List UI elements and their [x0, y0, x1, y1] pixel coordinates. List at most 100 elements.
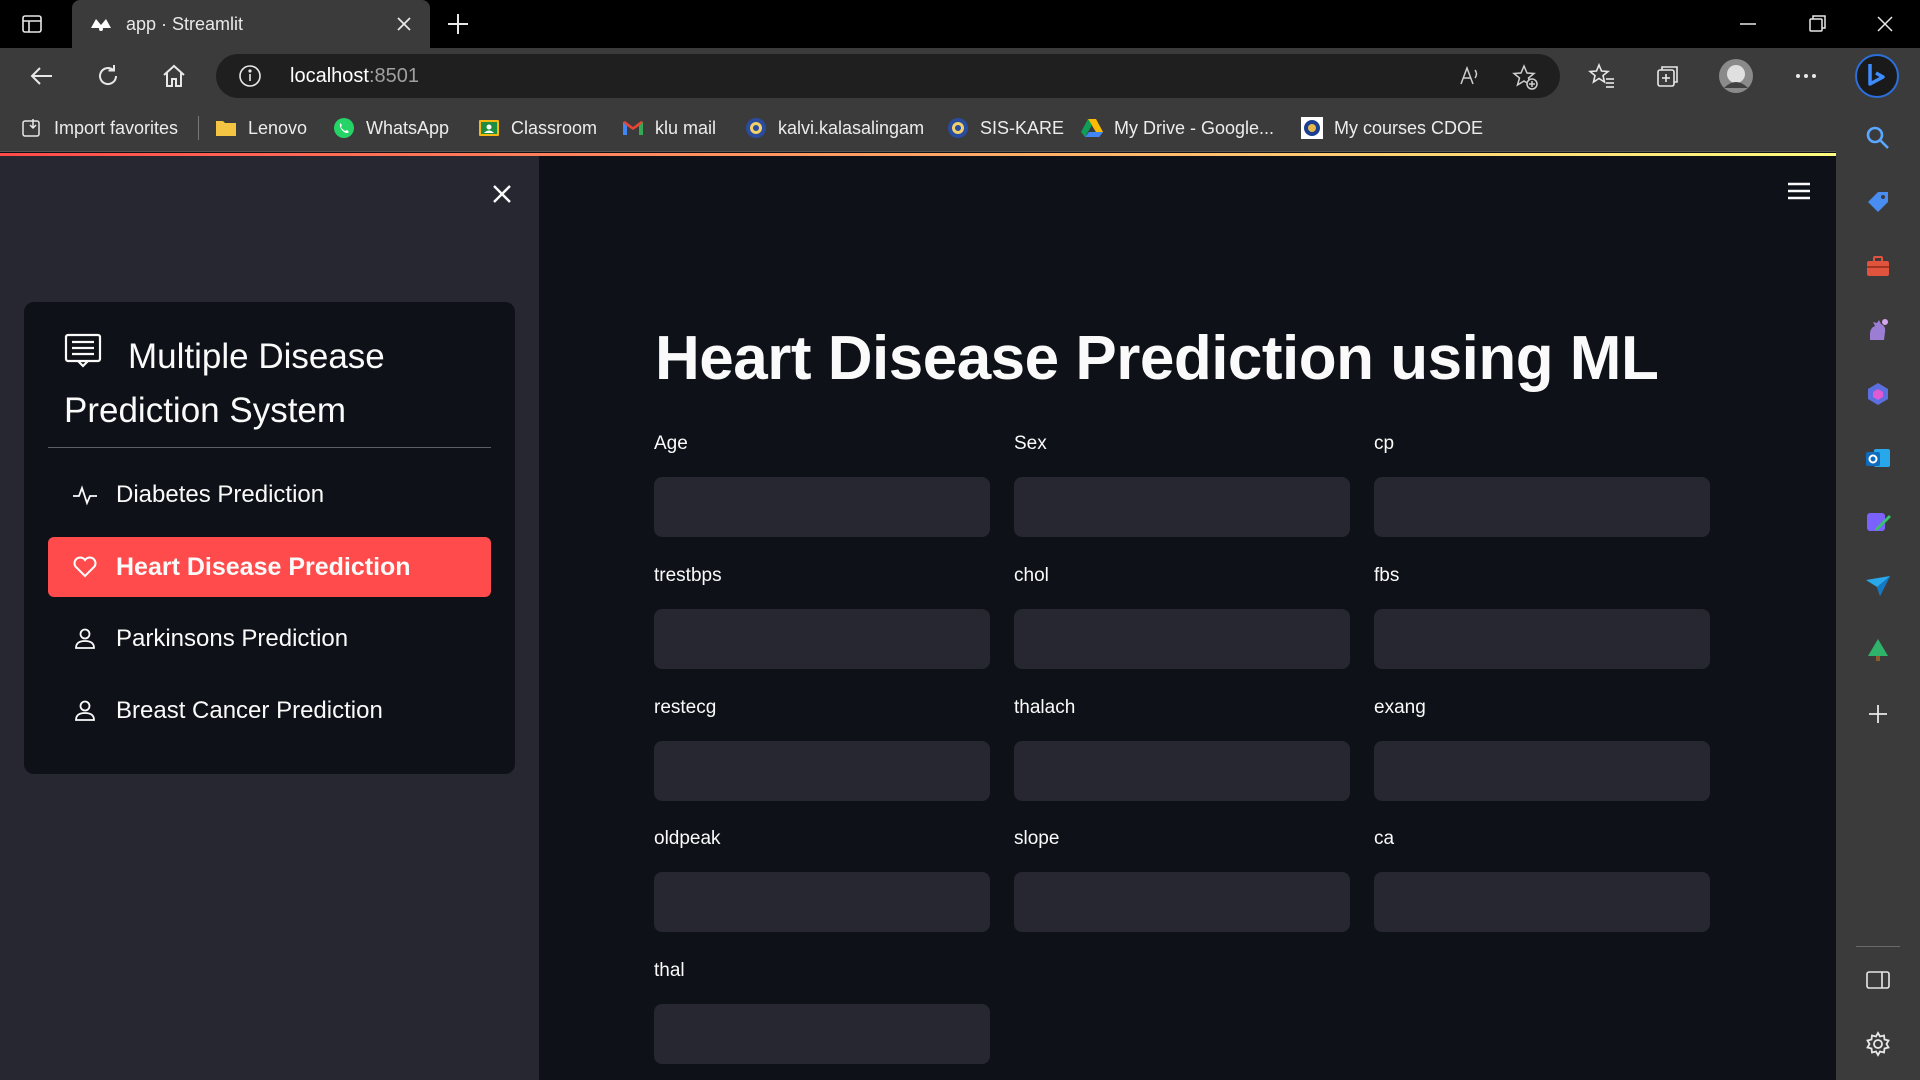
restecg-input[interactable] [654, 741, 990, 801]
close-tab-icon[interactable] [392, 12, 416, 36]
field-chol: chol [1014, 565, 1350, 669]
menu-item-diabetes-prediction[interactable]: Diabetes Prediction [48, 465, 491, 525]
cdoe-icon [1300, 116, 1324, 140]
url-port: :8501 [368, 65, 419, 87]
sidebar: Multiple Disease Prediction System Diabe… [0, 156, 539, 1080]
field-cp: cp [1374, 433, 1710, 537]
menu-item-breast-cancer-prediction[interactable]: Breast Cancer Prediction [48, 681, 491, 741]
sis-icon [946, 116, 970, 140]
browser-tab-bar: app · Streamlit [0, 0, 1920, 48]
browser-tab[interactable]: app · Streamlit [72, 0, 430, 48]
read-aloud-icon[interactable] [1458, 64, 1482, 88]
bookmarks-bar: Import favorites Lenovo WhatsApp Classro… [0, 104, 1920, 152]
menu-item-heart-disease-prediction[interactable]: Heart Disease Prediction [48, 537, 491, 597]
field-label: Sex [1014, 433, 1047, 454]
gmail-icon [621, 116, 645, 140]
age-input[interactable] [654, 477, 990, 537]
bookmark-whatsapp[interactable]: WhatsApp [332, 116, 449, 140]
designer-icon[interactable] [1864, 508, 1892, 536]
hide-sidebar-icon[interactable] [1864, 966, 1892, 994]
restore-icon[interactable] [1803, 10, 1831, 38]
site-info-icon[interactable] [238, 64, 262, 88]
menu-divider [48, 447, 491, 448]
field-label: thalach [1014, 697, 1076, 718]
tools-icon[interactable] [1864, 252, 1892, 280]
minimize-icon[interactable] [1734, 10, 1762, 38]
trestbps-input[interactable] [654, 609, 990, 669]
bookmark-label: Lenovo [248, 117, 308, 138]
field-sex: Sex [1014, 433, 1350, 537]
bookmark-lenovo[interactable]: Lenovo [214, 116, 307, 140]
activity-icon [72, 482, 98, 508]
bookmark-my-courses-cdoe[interactable]: My courses CDOE [1300, 116, 1483, 140]
chol-input[interactable] [1014, 609, 1350, 669]
new-tab-icon[interactable] [444, 10, 472, 38]
games-icon[interactable] [1864, 316, 1892, 344]
bookmark-label: WhatsApp [366, 117, 450, 138]
bookmark-label: SIS-KARE [980, 117, 1065, 138]
address-bar[interactable]: localhost:8501 [216, 54, 1560, 98]
bookmark-kalvi[interactable]: kalvi.kalasalingam [744, 116, 924, 140]
bookmark-sis-kare[interactable]: SIS-KARE [946, 116, 1064, 140]
bookmark-my-drive[interactable]: My Drive - Google... [1080, 116, 1274, 140]
thal-input[interactable] [654, 1004, 990, 1064]
field-slope: slope [1014, 828, 1350, 932]
menu-item-parkinsons-prediction[interactable]: Parkinsons Prediction [48, 609, 491, 669]
bookmark-separator [198, 116, 199, 140]
favorites-icon[interactable] [1587, 62, 1616, 90]
option-menu: Multiple Disease Prediction System Diabe… [24, 302, 515, 774]
outlook-icon[interactable] [1864, 444, 1892, 472]
exang-input[interactable] [1374, 741, 1710, 801]
sex-input[interactable] [1014, 477, 1350, 537]
bookmark-label: My courses CDOE [1334, 117, 1484, 138]
search-icon[interactable] [1864, 124, 1892, 152]
import-icon [20, 116, 44, 140]
tab-actions-icon[interactable] [20, 12, 50, 36]
field-oldpeak: oldpeak [654, 828, 990, 932]
streamlit-logo-icon [90, 14, 112, 34]
ca-input[interactable] [1374, 872, 1710, 932]
collections-icon[interactable] [1654, 62, 1682, 90]
folder-icon [214, 116, 238, 140]
menu-item-label: Heart Disease Prediction [116, 552, 411, 581]
bookmark-classroom[interactable]: Classroom [477, 116, 597, 140]
main-menu-icon[interactable] [1786, 180, 1812, 202]
heart-icon [72, 554, 98, 580]
send-icon[interactable] [1864, 572, 1892, 600]
list-icon [64, 332, 102, 368]
microsoft-365-icon[interactable] [1864, 380, 1892, 408]
settings-gear-icon[interactable] [1864, 1030, 1892, 1058]
add-sidebar-app-icon[interactable] [1864, 700, 1892, 728]
profile-avatar-icon[interactable] [1718, 58, 1754, 94]
url-host: localhost [290, 65, 369, 87]
cp-input[interactable] [1374, 477, 1710, 537]
home-icon[interactable] [160, 62, 188, 90]
more-options-icon[interactable] [1792, 62, 1820, 90]
bookmark-label: Classroom [511, 117, 598, 138]
add-favorite-icon[interactable] [1512, 64, 1538, 90]
field-age: Age [654, 433, 990, 537]
field-label: cp [1374, 433, 1395, 454]
thalach-input[interactable] [1014, 741, 1350, 801]
tree-icon[interactable] [1864, 636, 1892, 664]
field-label: chol [1014, 565, 1049, 586]
close-sidebar-icon[interactable] [488, 180, 516, 208]
shopping-tag-icon[interactable] [1864, 188, 1892, 216]
refresh-icon[interactable] [94, 62, 122, 90]
menu-header: Multiple Disease Prediction System [64, 330, 484, 438]
classroom-icon [477, 116, 501, 140]
bookmark-label: Import favorites [54, 117, 179, 138]
oldpeak-input[interactable] [654, 872, 990, 932]
slope-input[interactable] [1014, 872, 1350, 932]
edge-sidebar [1836, 104, 1920, 1080]
copilot-icon[interactable] [1855, 54, 1899, 98]
fbs-input[interactable] [1374, 609, 1710, 669]
bookmark-import-favorites[interactable]: Import favorites [20, 116, 178, 140]
kalvi-icon [744, 116, 768, 140]
person-icon [72, 698, 98, 724]
back-icon[interactable] [28, 62, 56, 90]
close-window-icon[interactable] [1871, 10, 1899, 38]
menu-item-label: Parkinsons Prediction [116, 625, 349, 652]
bookmark-klu-mail[interactable]: klu mail [621, 116, 716, 140]
field-label: Age [654, 433, 688, 454]
